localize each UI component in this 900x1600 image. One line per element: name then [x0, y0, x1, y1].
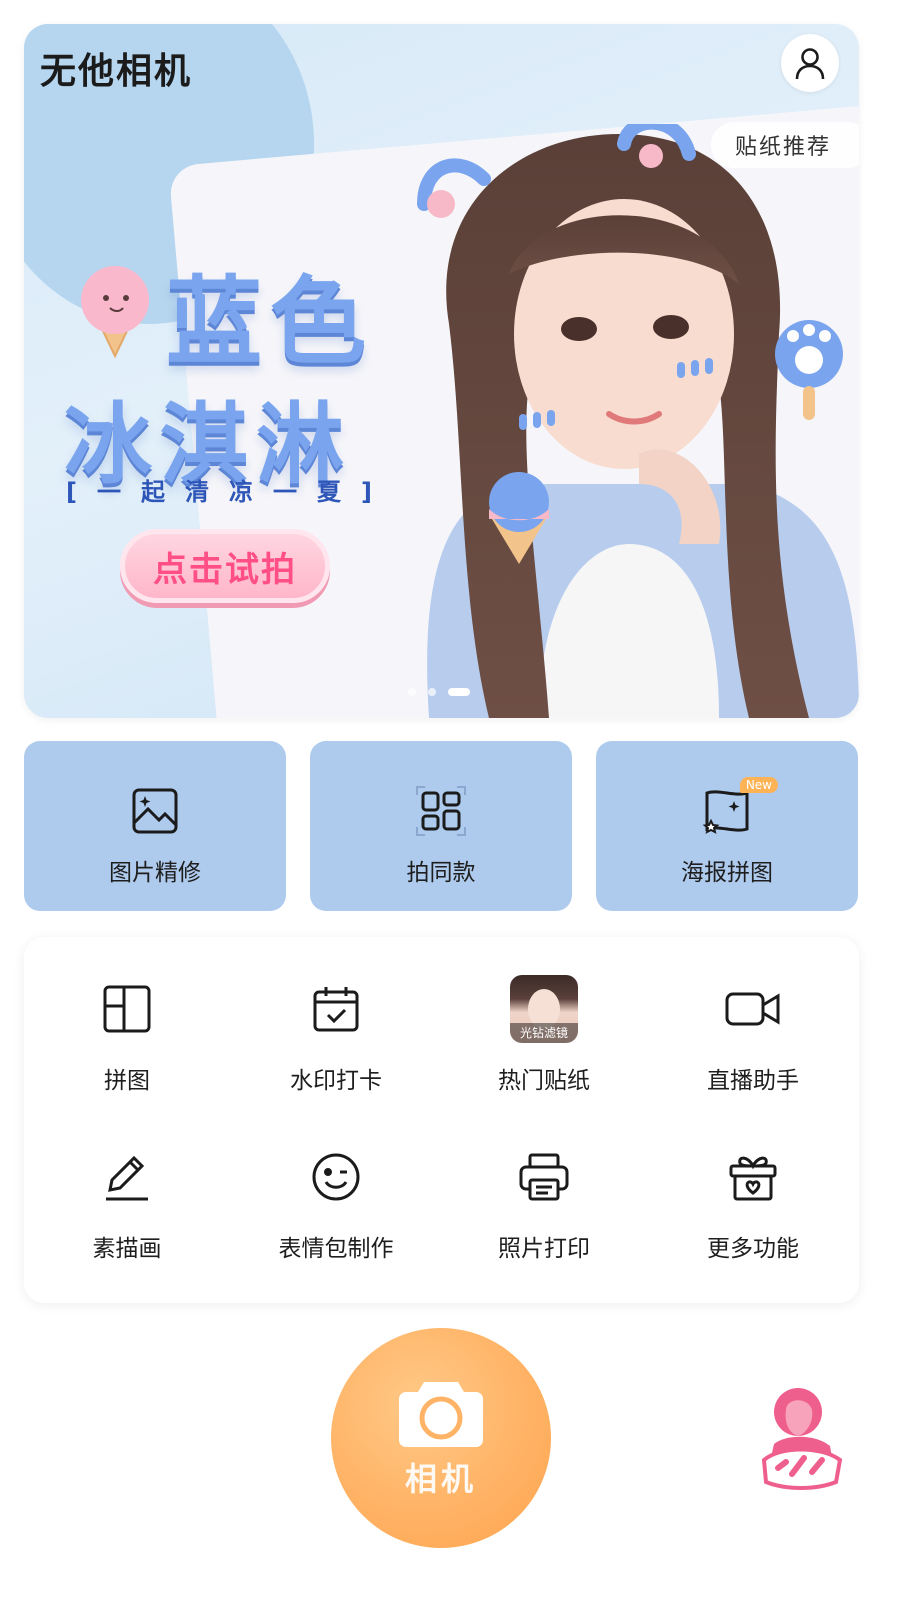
- camera-button[interactable]: 相机: [331, 1328, 551, 1548]
- calendar-check-icon: [313, 987, 359, 1032]
- pencil-icon: [106, 1155, 148, 1201]
- carousel-dot[interactable]: [408, 688, 416, 696]
- user-profile-button[interactable]: [781, 34, 839, 92]
- gift-icon: [729, 1156, 777, 1201]
- tools-panel: 拼图 水印打卡 光钻滤镜 热门贴纸 直播助手 素描画 表情包制作 照片打印 更多…: [24, 937, 859, 1303]
- wink-face-icon: [312, 1153, 360, 1201]
- carousel-indicator: [408, 688, 470, 696]
- tool-label: 水印打卡: [290, 1068, 382, 1094]
- printer-icon: [519, 1153, 569, 1201]
- feature-card-photo-retouch[interactable]: 图片精修: [24, 741, 286, 911]
- new-badge: New: [739, 777, 778, 793]
- tool-more-features[interactable]: 更多功能: [653, 1143, 853, 1263]
- thumbnail-caption: 光钻滤镜: [510, 1023, 578, 1043]
- try-shoot-button[interactable]: 点击试拍: [120, 529, 330, 603]
- tool-label: 素描画: [92, 1236, 162, 1262]
- image-icon: [132, 788, 178, 834]
- hero-banner[interactable]: 无他相机 贴纸推荐 蓝色 冰淇淋 [一起清凉一夏] 点击试拍: [24, 24, 859, 718]
- icecream-sticker-icon: [81, 266, 149, 359]
- banner-tagline: [一起清凉一夏]: [66, 478, 392, 506]
- feature-card-poster-collage[interactable]: New 海报拼图: [596, 741, 858, 911]
- feature-label: 拍同款: [406, 860, 476, 886]
- tool-label: 更多功能: [707, 1236, 799, 1262]
- grid-scan-icon: [416, 786, 466, 836]
- carousel-dot-active[interactable]: [448, 688, 470, 696]
- tool-photo-print[interactable]: 照片打印: [444, 1143, 644, 1263]
- tool-label: 表情包制作: [278, 1236, 394, 1262]
- app-brand-title: 无他相机: [40, 51, 193, 92]
- tool-label: 拼图: [104, 1068, 150, 1094]
- tool-label: 照片打印: [498, 1236, 590, 1262]
- hot-sticker-thumbnail: 光钻滤镜: [510, 975, 578, 1043]
- tool-hot-stickers[interactable]: 光钻滤镜 热门贴纸: [444, 975, 644, 1095]
- feature-label: 图片精修: [109, 860, 201, 886]
- camera-icon: [399, 1382, 483, 1447]
- tool-label: 热门贴纸: [498, 1068, 590, 1094]
- tool-live-assistant[interactable]: 直播助手: [653, 975, 853, 1095]
- tool-sketch[interactable]: 素描画: [27, 1143, 227, 1263]
- poster-icon: [702, 790, 749, 834]
- collage-icon: [103, 985, 151, 1033]
- video-camera-icon: [725, 992, 780, 1026]
- tool-label: 直播助手: [707, 1068, 799, 1094]
- tool-collage[interactable]: 拼图: [27, 975, 227, 1095]
- banner-model-photo: [417, 124, 859, 718]
- feature-label: 海报拼图: [681, 860, 773, 886]
- tool-watermark-checkin[interactable]: 水印打卡: [236, 975, 436, 1095]
- promo-sticker-icon[interactable]: [756, 1384, 846, 1494]
- tool-meme-maker[interactable]: 表情包制作: [236, 1143, 436, 1263]
- feature-card-same-style[interactable]: 拍同款: [310, 741, 572, 911]
- carousel-dot[interactable]: [428, 688, 436, 696]
- user-icon: [795, 48, 825, 80]
- banner-headline-line1: 蓝色: [166, 266, 374, 378]
- camera-label: 相机: [404, 1460, 477, 1498]
